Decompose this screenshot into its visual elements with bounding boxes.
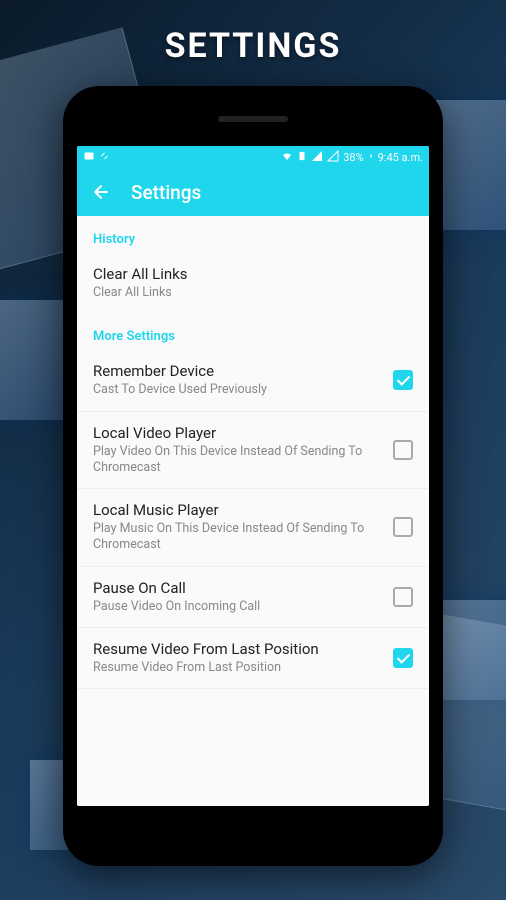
local-music-item[interactable]: Local Music Player Play Music On This De…: [77, 489, 429, 567]
local-music-title: Local Music Player: [93, 501, 385, 519]
local-music-checkbox[interactable]: [393, 517, 413, 537]
resume-video-title: Resume Video From Last Position: [93, 640, 385, 658]
app-bar: Settings: [77, 168, 429, 216]
page-heading: SETTINGS: [0, 0, 506, 66]
message-icon: [83, 150, 95, 165]
sim-icon: [297, 150, 307, 165]
settings-content: History Clear All Links Clear All Links …: [77, 216, 429, 806]
wifi-off-icon: [99, 150, 111, 165]
remember-device-subtitle: Cast To Device Used Previously: [93, 382, 385, 398]
signal2-icon: [327, 150, 339, 165]
clear-all-links-item[interactable]: Clear All Links Clear All Links: [77, 253, 429, 313]
back-icon[interactable]: [91, 182, 111, 202]
local-music-subtitle: Play Music On This Device Instead Of Sen…: [93, 521, 385, 554]
clock-text: 9:45 a.m.: [378, 151, 423, 164]
local-video-title: Local Video Player: [93, 424, 385, 442]
resume-video-item[interactable]: Resume Video From Last Position Resume V…: [77, 628, 429, 689]
section-history-header: History: [77, 216, 429, 253]
resume-video-checkbox[interactable]: [393, 648, 413, 668]
remember-device-item[interactable]: Remember Device Cast To Device Used Prev…: [77, 350, 429, 411]
battery-text: 38%: [343, 151, 363, 164]
local-video-subtitle: Play Video On This Device Instead Of Sen…: [93, 444, 385, 477]
clear-links-title: Clear All Links: [93, 265, 413, 283]
remember-device-title: Remember Device: [93, 362, 385, 380]
charging-icon: [368, 150, 374, 165]
phone-frame: 38% 9:45 a.m. Settings History Clear All…: [63, 86, 443, 866]
section-more-header: More Settings: [77, 313, 429, 350]
appbar-title: Settings: [131, 181, 201, 204]
pause-on-call-item[interactable]: Pause On Call Pause Video On Incoming Ca…: [77, 567, 429, 628]
signal-icon: [311, 150, 323, 165]
resume-video-subtitle: Resume Video From Last Position: [93, 660, 385, 676]
pause-call-title: Pause On Call: [93, 579, 385, 597]
local-video-checkbox[interactable]: [393, 440, 413, 460]
status-bar: 38% 9:45 a.m.: [77, 146, 429, 168]
wifi-icon: [281, 150, 293, 165]
local-video-item[interactable]: Local Video Player Play Video On This De…: [77, 412, 429, 490]
phone-screen: 38% 9:45 a.m. Settings History Clear All…: [77, 146, 429, 806]
pause-call-checkbox[interactable]: [393, 587, 413, 607]
clear-links-subtitle: Clear All Links: [93, 285, 413, 301]
remember-device-checkbox[interactable]: [393, 370, 413, 390]
pause-call-subtitle: Pause Video On Incoming Call: [93, 599, 385, 615]
